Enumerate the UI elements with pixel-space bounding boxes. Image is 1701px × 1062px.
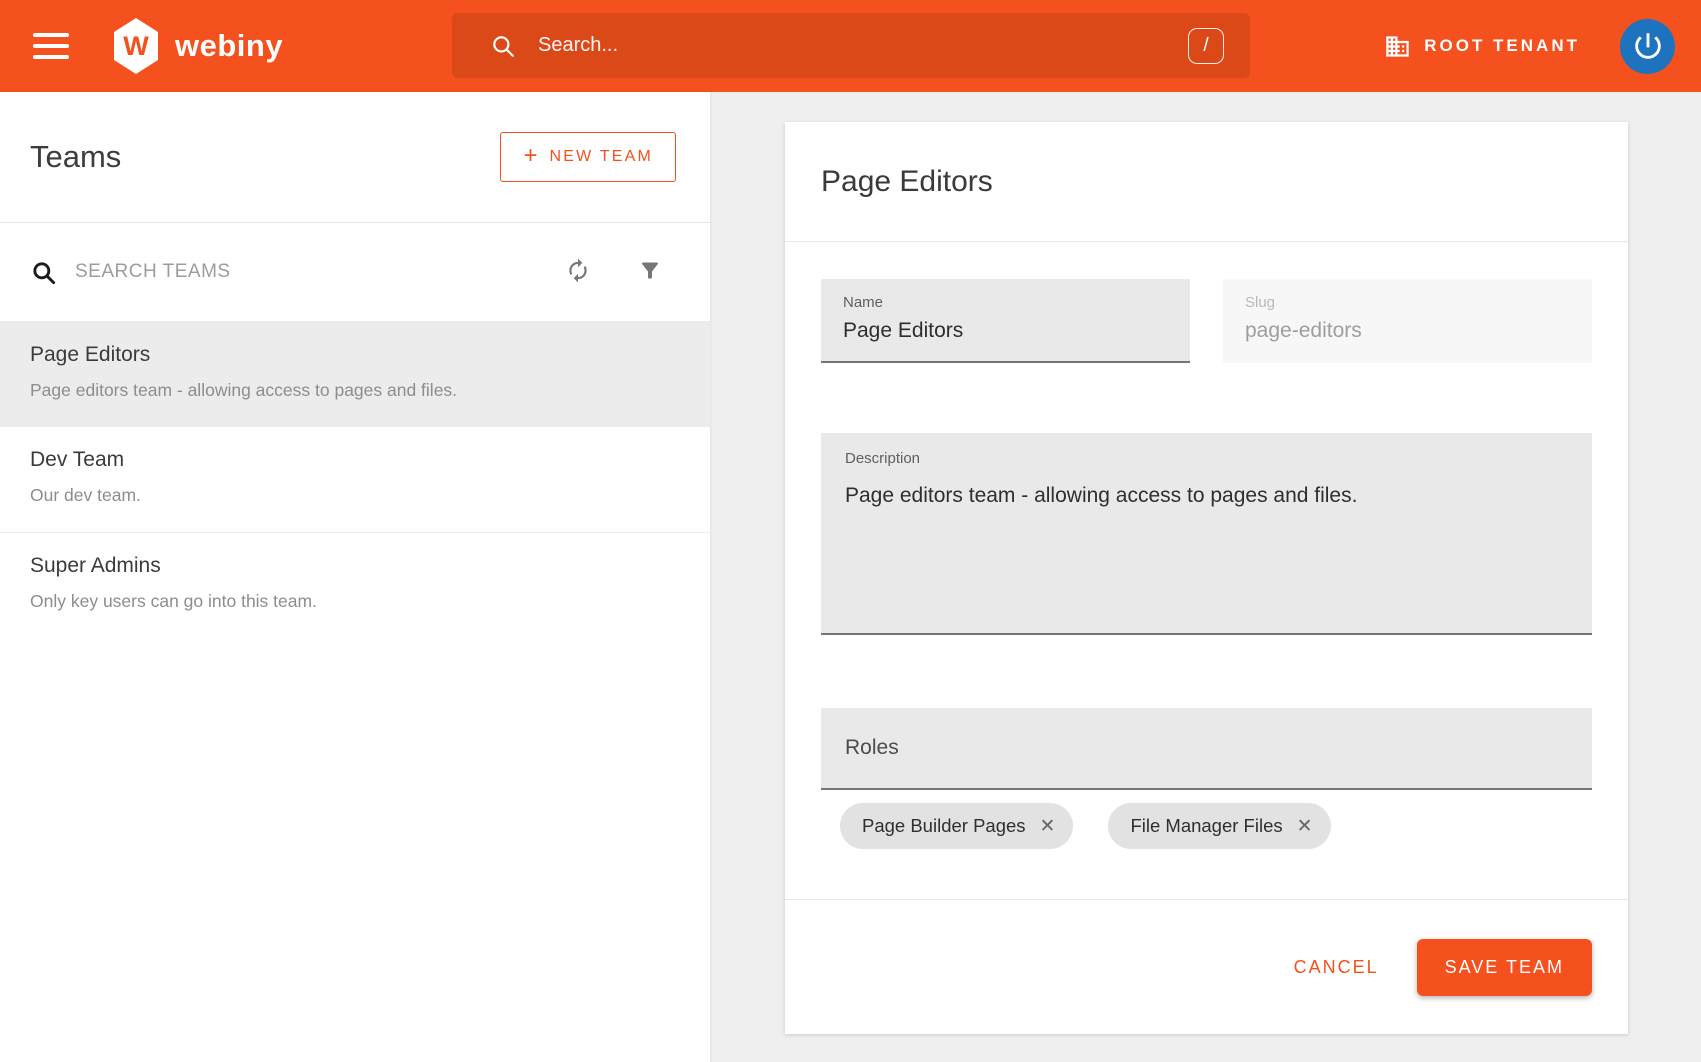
filter-button[interactable] (634, 255, 666, 290)
slash-key-label: / (1203, 35, 1208, 57)
description-field-value: Page editors team - allowing access to p… (845, 484, 1568, 508)
teams-search-input[interactable] (75, 261, 405, 283)
chip-close-icon[interactable]: ✕ (1297, 817, 1313, 836)
chip-close-icon[interactable]: ✕ (1040, 817, 1056, 836)
user-avatar[interactable] (1620, 19, 1675, 74)
roles-field-label: Roles (845, 736, 899, 760)
webiny-logo[interactable]: W webiny (111, 18, 283, 74)
slug-field-label: Slug (1245, 294, 1570, 311)
description-field-label: Description (845, 450, 1568, 467)
team-list-item-super-admins[interactable]: Super Admins Only key users can go into … (0, 532, 710, 637)
name-field-value: Page Editors (843, 319, 1168, 343)
refresh-icon (565, 258, 591, 284)
team-form-title: Page Editors (821, 165, 993, 199)
webiny-wordmark: webiny (175, 28, 283, 64)
cancel-button[interactable]: CANCEL (1288, 947, 1385, 988)
app-header: W webiny / ROOT TENANT (0, 0, 1701, 92)
power-icon (1631, 29, 1665, 63)
teams-search-row (0, 223, 710, 322)
team-list: Page Editors Page editors team - allowin… (0, 322, 710, 637)
plus-icon: + (523, 144, 537, 168)
save-team-button[interactable]: SAVE TEAM (1417, 939, 1592, 996)
search-icon (30, 259, 57, 286)
teams-list-panel: Teams + NEW TEAM Page Editors Page edito… (0, 92, 710, 1062)
search-shortcut-badge: / (1188, 28, 1224, 64)
team-description: Our dev team. (30, 485, 680, 506)
filter-icon (638, 259, 662, 283)
team-description: Page editors team - allowing access to p… (30, 380, 680, 401)
search-icon (490, 33, 516, 59)
slug-field-value: page-editors (1245, 319, 1570, 343)
slug-field: Slug page-editors (1223, 279, 1592, 363)
global-search-bar[interactable]: / (452, 13, 1250, 78)
menu-icon[interactable] (33, 33, 69, 59)
team-name: Super Admins (30, 554, 680, 578)
page-title: Teams (30, 139, 121, 175)
tenant-selector[interactable]: ROOT TENANT (1384, 33, 1580, 60)
team-list-item-dev-team[interactable]: Dev Team Our dev team. (0, 427, 710, 532)
name-field[interactable]: Name Page Editors (821, 279, 1190, 363)
roles-field[interactable]: Roles (821, 708, 1592, 790)
new-team-button-label: NEW TEAM (549, 148, 653, 166)
webiny-logo-letter: W (123, 31, 148, 62)
role-chip-label: Page Builder Pages (862, 815, 1026, 837)
new-team-button[interactable]: + NEW TEAM (500, 132, 676, 182)
role-chip-label: File Manager Files (1130, 815, 1282, 837)
description-field[interactable]: Description Page editors team - allowing… (821, 433, 1592, 635)
webiny-logo-hexagon: W (111, 18, 161, 74)
team-name: Page Editors (30, 343, 680, 367)
tenant-label: ROOT TENANT (1424, 36, 1580, 56)
roles-chips-row: Page Builder Pages ✕ File Manager Files … (821, 803, 1592, 849)
role-chip-file-manager-files: File Manager Files ✕ (1108, 803, 1330, 849)
building-icon (1384, 33, 1411, 60)
team-list-item-page-editors[interactable]: Page Editors Page editors team - allowin… (0, 322, 710, 427)
team-form-header: Page Editors (785, 122, 1628, 242)
teams-panel-header: Teams + NEW TEAM (0, 92, 710, 223)
global-search-input[interactable] (538, 34, 1188, 57)
refresh-button[interactable] (561, 254, 595, 291)
team-description: Only key users can go into this team. (30, 591, 680, 612)
name-slug-row: Name Page Editors Slug page-editors (821, 279, 1592, 363)
team-name: Dev Team (30, 448, 680, 472)
role-chip-page-builder-pages: Page Builder Pages ✕ (840, 803, 1073, 849)
form-footer: CANCEL SAVE TEAM (785, 899, 1628, 1034)
name-field-label: Name (843, 294, 1168, 311)
team-form-card: Page Editors Name Page Editors Slug page… (785, 122, 1628, 1034)
